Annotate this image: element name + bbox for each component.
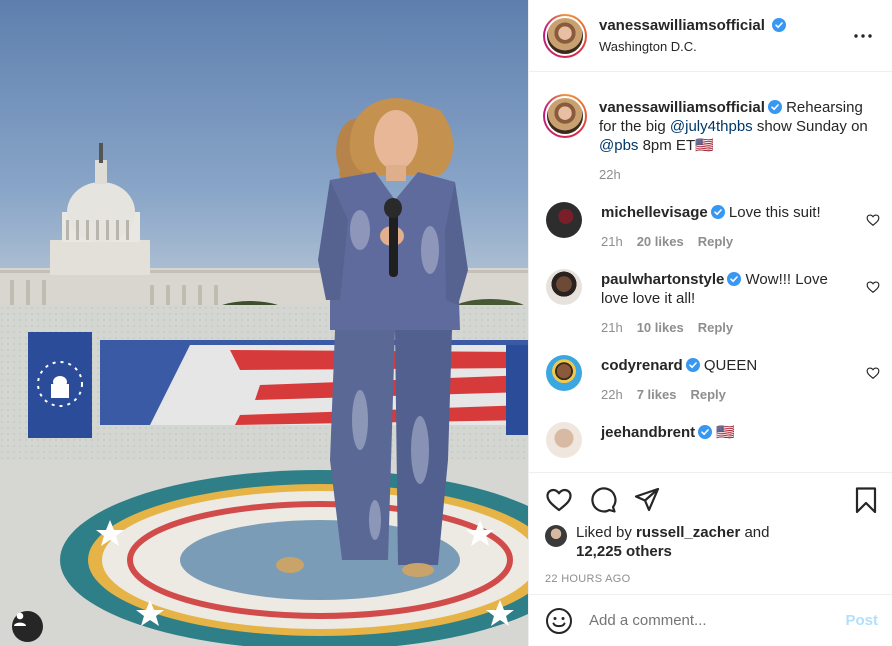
heart-icon[interactable] (545, 486, 573, 514)
caption-time[interactable]: 22h (599, 167, 621, 182)
comment-like-icon[interactable] (866, 213, 880, 227)
more-options-button[interactable] (848, 21, 878, 51)
share-icon[interactable] (633, 486, 661, 514)
post-actions: Liked by russell_zacher and 12,225 other… (529, 472, 892, 594)
user-tag-icon (14, 612, 26, 626)
post-panel: vanessawilliamsofficial Washington D.C. (528, 0, 892, 646)
reply-button[interactable]: Reply (698, 234, 733, 249)
comment-input[interactable] (589, 612, 846, 629)
liked-by-middle: and (740, 524, 770, 541)
post-photo[interactable] (0, 0, 528, 646)
comment-item: jeehandbrent 🇺🇸 (543, 422, 878, 458)
post-header: vanessawilliamsofficial Washington D.C. (529, 0, 892, 72)
liked-by: Liked by russell_zacher and 12,225 other… (545, 523, 878, 561)
commenter-avatar[interactable] (546, 269, 582, 305)
photo-illustration (0, 98, 528, 646)
comment-text: Love this suit! (724, 204, 821, 221)
comment-likes[interactable]: 20 likes (637, 234, 684, 249)
verified-icon (685, 358, 700, 372)
commenter-avatar[interactable] (546, 422, 582, 458)
liker-username[interactable]: russell_zacher (636, 524, 740, 541)
commenter-avatar[interactable] (546, 202, 582, 238)
commenter-username[interactable]: codyrenard (601, 357, 683, 374)
liker-avatar[interactable] (545, 525, 567, 547)
commenter-avatar[interactable] (546, 355, 582, 391)
mention-link[interactable]: @pbs (599, 137, 638, 154)
user-tag-button[interactable] (12, 611, 43, 642)
comment-item: codyrenard QUEEN 22h 7 likes Reply (543, 355, 880, 402)
reply-button[interactable]: Reply (690, 387, 725, 402)
comments-list[interactable]: vanessawilliamsofficial Rehearsing for t… (529, 72, 892, 472)
comment-item: michellevisage Love this suit! 21h 20 lik… (543, 202, 880, 249)
post-comment-button[interactable]: Post (845, 612, 878, 629)
comment-text: 🇺🇸 (712, 424, 736, 441)
bookmark-icon[interactable] (852, 486, 880, 514)
verified-icon (772, 18, 787, 32)
reply-button[interactable]: Reply (698, 320, 733, 335)
comment-like-icon[interactable] (866, 366, 880, 380)
caption-username[interactable]: vanessawilliamsofficial (599, 99, 765, 116)
instagram-post: vanessawilliamsofficial Washington D.C. (0, 0, 892, 646)
caption-text: show Sunday on (752, 118, 868, 135)
caption-avatar[interactable] (543, 94, 587, 138)
comment-like-icon[interactable] (866, 280, 880, 294)
verified-icon (767, 100, 782, 114)
verified-icon (710, 205, 725, 219)
liked-by-prefix: Liked by (576, 524, 637, 541)
comment-time[interactable]: 21h (601, 320, 623, 335)
comment-item: paulwhartonstyle Wow!!! Love love love i… (543, 269, 880, 335)
comment-time[interactable]: 21h (601, 234, 623, 249)
more-icon (854, 33, 872, 38)
verified-icon (698, 425, 713, 439)
post-location[interactable]: Washington D.C. (599, 39, 848, 54)
comment-text: QUEEN (699, 357, 758, 374)
comment-likes[interactable]: 10 likes (637, 320, 684, 335)
post-caption: vanessawilliamsofficial Rehearsing for t… (543, 94, 878, 182)
comment-icon[interactable] (589, 486, 617, 514)
commenter-username[interactable]: michellevisage (601, 204, 708, 221)
comment-time[interactable]: 22h (601, 387, 623, 402)
post-timestamp[interactable]: 22 HOURS AGO (545, 573, 878, 585)
author-avatar[interactable] (543, 13, 587, 58)
caption-text: 8pm ET🇺🇸 (638, 137, 714, 154)
add-comment-bar: Post (529, 594, 892, 646)
comment-likes[interactable]: 7 likes (637, 387, 677, 402)
author-username[interactable]: vanessawilliamsofficial (599, 17, 765, 34)
emoji-icon[interactable] (545, 607, 573, 635)
mention-link[interactable]: @july4thpbs (670, 118, 753, 135)
commenter-username[interactable]: jeehandbrent (601, 424, 695, 441)
likes-count[interactable]: 12,225 others (576, 543, 672, 560)
commenter-username[interactable]: paulwhartonstyle (601, 271, 724, 288)
verified-icon (727, 272, 742, 286)
